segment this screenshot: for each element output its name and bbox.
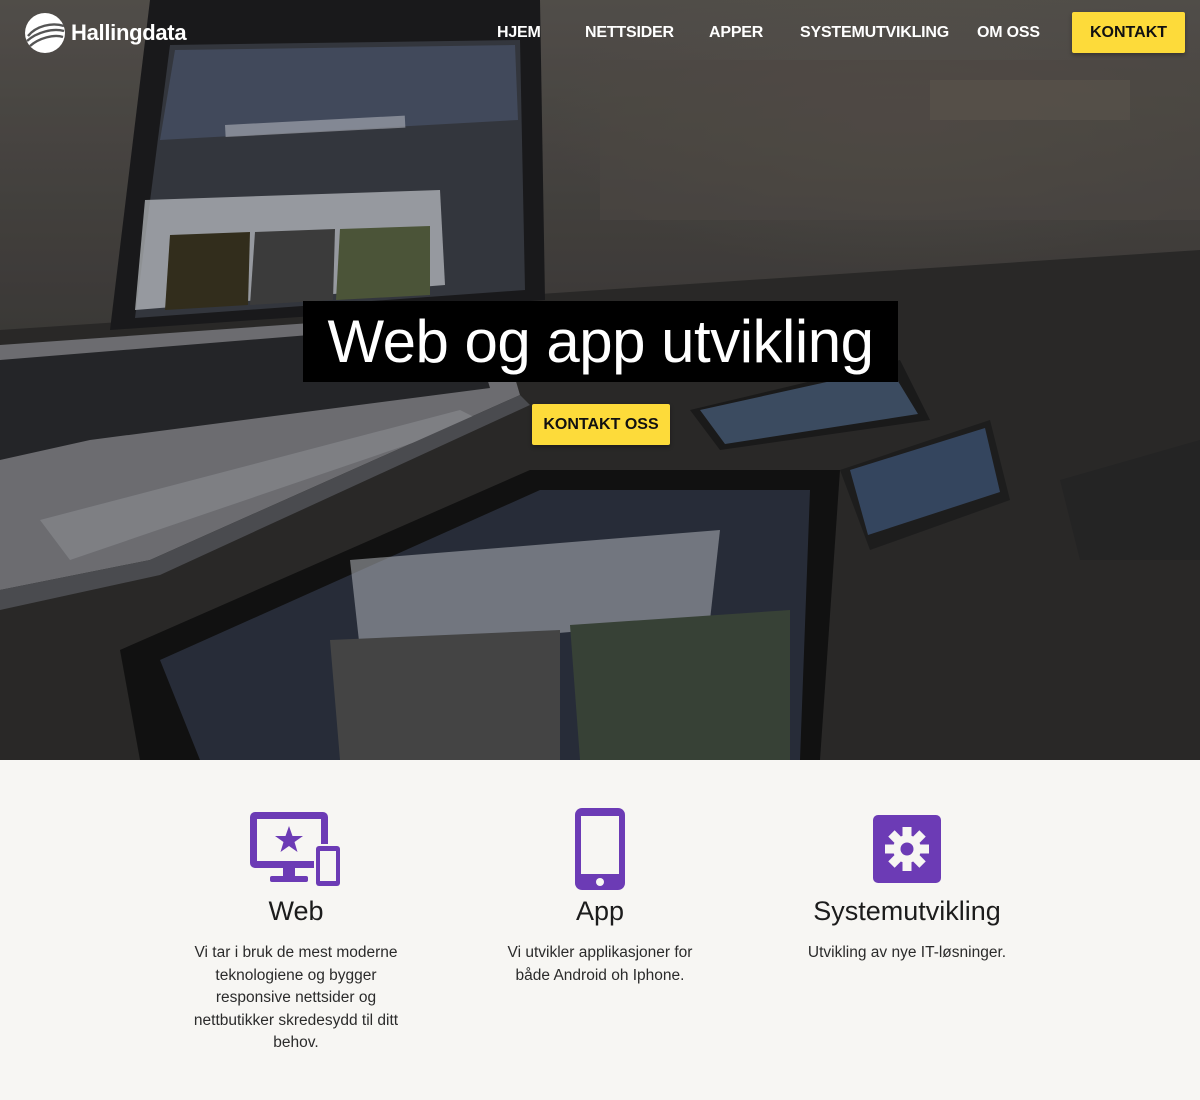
nav-item-apper[interactable]: APPER <box>709 24 763 42</box>
smartphone-icon <box>575 808 625 890</box>
hero-headline-box: Web og app utvikling <box>303 301 898 382</box>
nav-item-nettsider[interactable]: NETTSIDER <box>585 24 674 42</box>
hero-section: Hallingdata HJEM NETTSIDER APPER SYSTEMU… <box>0 0 1200 760</box>
nav-item-systemutvikling[interactable]: SYSTEMUTVIKLING <box>800 24 949 42</box>
hero-title: Web og app utvikling <box>327 308 874 375</box>
top-navigation: Hallingdata HJEM NETTSIDER APPER SYSTEMU… <box>0 0 1200 66</box>
feature-title-web: Web <box>268 896 324 926</box>
gear-icon <box>873 815 941 883</box>
nav-item-hjem[interactable]: HJEM <box>497 24 541 42</box>
brand-logo[interactable]: Hallingdata <box>24 11 187 55</box>
hallingdata-logo-icon <box>25 13 65 53</box>
nav-item-om-oss[interactable]: OM OSS <box>977 24 1040 42</box>
feature-text-web: Vi tar i bruk de mest moderne teknologie… <box>193 944 399 1051</box>
feature-title-app: App <box>575 896 625 926</box>
feature-text-app: Vi utvikler applikasjoner for både Andro… <box>507 944 693 984</box>
kontakt-oss-button[interactable]: KONTAKT OSS <box>532 404 670 445</box>
feature-title-systemutvikling: Systemutvikling <box>813 896 1001 926</box>
desktop-mobile-star-icon <box>250 812 342 888</box>
feature-text-systemutvikling: Utvikling av nye IT-løsninger. <box>807 944 1007 961</box>
features-section: Web Vi tar i bruk de mest moderne teknol… <box>0 760 1200 1100</box>
nav-kontakt-button[interactable]: KONTAKT <box>1072 12 1186 53</box>
brand-name: Hallingdata <box>71 20 187 45</box>
